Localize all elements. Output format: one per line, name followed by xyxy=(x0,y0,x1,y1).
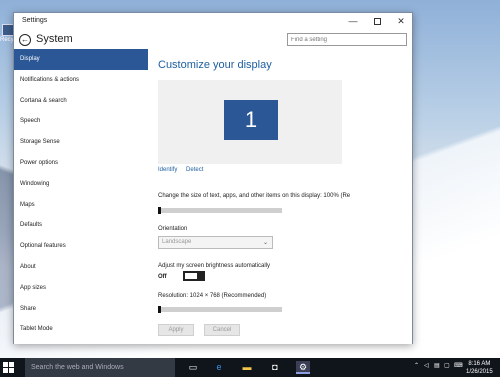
sidebar-item-maps[interactable]: Maps xyxy=(14,195,148,216)
sidebar-item-defaults[interactable]: Defaults xyxy=(14,215,148,236)
windows-logo-pane xyxy=(3,368,8,373)
taskbar-search[interactable]: Search the web and Windows xyxy=(25,358,175,377)
clock-time: 8:16 AM xyxy=(468,361,491,367)
scale-slider-thumb[interactable] xyxy=(158,207,161,214)
minimize-button[interactable]: — xyxy=(342,13,364,29)
apply-button[interactable]: Apply xyxy=(158,324,194,336)
chevron-down-icon: ⌄ xyxy=(262,240,268,246)
page-title: System xyxy=(36,33,73,45)
back-button[interactable]: ← xyxy=(19,34,31,46)
store-icon[interactable]: ◘ xyxy=(268,361,282,374)
watermark-line-1: Windows 10 Pro Technical Previ xyxy=(410,342,496,348)
brightness-label: Adjust my screen brightness automaticall… xyxy=(158,263,271,269)
scale-label: Change the size of text, apps, and other… xyxy=(158,193,351,199)
message-icon[interactable]: ▢ xyxy=(444,362,450,369)
file-explorer-icon[interactable]: ▬ xyxy=(240,361,254,374)
sidebar-item-notifications[interactable]: Notifications & actions xyxy=(14,70,148,91)
windows-logo-pane xyxy=(9,362,14,367)
settings-window: Settings — ✕ ← System Display Notificati… xyxy=(13,12,413,344)
resolution-slider-thumb[interactable] xyxy=(158,306,161,313)
orientation-select[interactable]: Landscape ⌄ xyxy=(158,236,273,249)
scale-slider[interactable] xyxy=(158,207,282,214)
identify-link[interactable]: Identify xyxy=(158,167,177,173)
sidebar-item-tablet-mode[interactable]: Tablet Mode xyxy=(14,319,148,340)
section-title: Customize your display xyxy=(158,59,272,71)
monitor-tile[interactable]: 1 xyxy=(224,100,278,140)
display-settings-panel: Customize your display 1 Identify Detect… xyxy=(148,49,412,344)
chevron-up-icon[interactable]: ⌃ xyxy=(414,362,419,369)
toggle-knob xyxy=(197,273,203,279)
windows-logo-pane xyxy=(9,368,14,373)
taskbar-clock[interactable]: 8:16 AM 1/26/2015 xyxy=(466,360,493,376)
display-preview: 1 xyxy=(158,80,342,164)
clock-date: 1/26/2015 xyxy=(466,369,493,375)
recycle-bin-label: Recy xyxy=(0,37,14,43)
detect-link[interactable]: Detect xyxy=(186,167,203,173)
orientation-label: Orientation xyxy=(158,226,188,232)
sidebar-item-speech[interactable]: Speech xyxy=(14,111,148,132)
speaker-icon[interactable]: ◁ xyxy=(424,362,429,369)
maximize-button[interactable] xyxy=(366,13,388,29)
sidebar-item-windowing[interactable]: Windowing xyxy=(14,174,148,195)
build-watermark: Windows 10 Pro Technical Previ Evaluatio… xyxy=(410,341,496,357)
windows-logo-pane xyxy=(3,362,8,367)
display-links: Identify Detect xyxy=(158,167,210,173)
task-view-icon[interactable]: ▭ xyxy=(186,361,200,374)
sidebar-item-power[interactable]: Power options xyxy=(14,153,148,174)
keyboard-icon[interactable]: ⌨ xyxy=(454,362,463,369)
orientation-value: Landscape xyxy=(162,239,192,245)
settings-app-icon[interactable]: ⚙ xyxy=(296,361,310,374)
resolution-label: Resolution: 1024 × 768 (Recommended) xyxy=(158,293,267,299)
cancel-button[interactable]: Cancel xyxy=(204,324,240,336)
sidebar-item-display[interactable]: Display xyxy=(14,49,148,70)
maximize-icon xyxy=(373,18,381,26)
window-title: Settings xyxy=(22,17,48,24)
sidebar-item-share[interactable]: Share xyxy=(14,299,148,320)
taskbar: Search the web and Windows ▭ e ▬ ◘ ⚙ ⌃ ◁… xyxy=(0,358,500,377)
network-icon[interactable]: ▤ xyxy=(434,362,440,369)
title-bar[interactable]: Settings — ✕ xyxy=(14,13,412,29)
sidebar-item-storage-sense[interactable]: Storage Sense xyxy=(14,132,148,153)
internet-explorer-icon[interactable]: e xyxy=(212,361,226,374)
close-button[interactable]: ✕ xyxy=(390,13,412,29)
resolution-slider[interactable] xyxy=(158,306,282,313)
sidebar-item-cortana[interactable]: Cortana & search xyxy=(14,91,148,112)
search-input[interactable] xyxy=(287,33,407,46)
start-button[interactable] xyxy=(3,362,15,373)
sidebar-item-optional-features[interactable]: Optional features xyxy=(14,236,148,257)
sidebar: Display Notifications & actions Cortana … xyxy=(14,49,148,344)
sidebar-item-about[interactable]: About xyxy=(14,257,148,278)
sidebar-item-app-sizes[interactable]: App sizes xyxy=(14,278,148,299)
watermark-line-2: Evaluation copy. Build 9 xyxy=(432,350,496,356)
brightness-state: Off xyxy=(158,274,167,280)
brightness-toggle[interactable] xyxy=(183,271,205,281)
